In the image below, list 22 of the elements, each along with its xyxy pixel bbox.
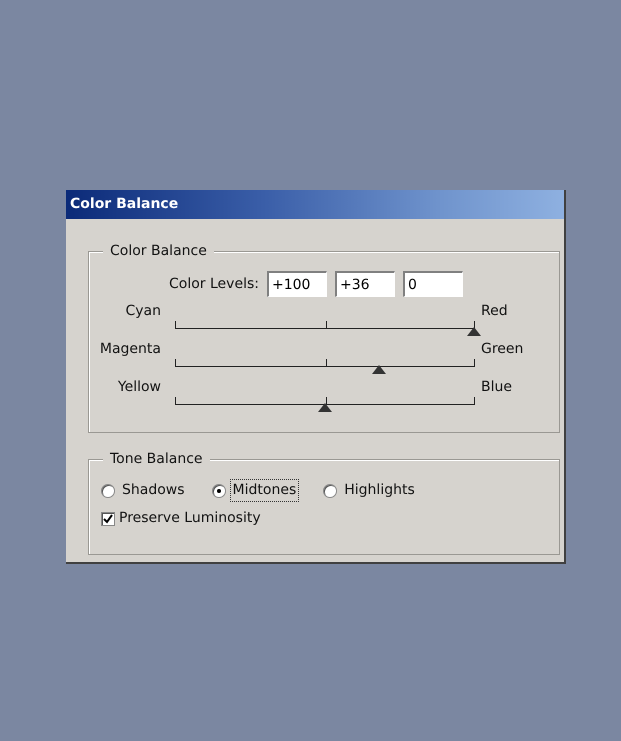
slider-label: Yellow bbox=[116, 378, 162, 397]
slider-thumb[interactable] bbox=[467, 327, 481, 336]
slider-thumb[interactable] bbox=[372, 365, 386, 374]
window-title: Color Balance bbox=[66, 190, 564, 219]
slider-label: Magenta bbox=[98, 340, 162, 359]
radio-button[interactable] bbox=[212, 484, 226, 498]
field-label: Color Levels: bbox=[169, 274, 259, 294]
slider-label: Green bbox=[480, 340, 524, 359]
slider-thumb[interactable] bbox=[318, 403, 332, 412]
radio-label[interactable]: Highlights bbox=[341, 479, 418, 502]
radio-label[interactable]: Midtones bbox=[230, 479, 300, 502]
input-field[interactable]: +36 bbox=[334, 271, 395, 297]
checkbox-label[interactable]: Preserve Luminosity bbox=[119, 508, 261, 529]
radio-button[interactable] bbox=[101, 484, 115, 498]
slider-label: Blue bbox=[480, 378, 512, 397]
input-field[interactable]: 0 bbox=[402, 271, 463, 297]
radio-button[interactable] bbox=[323, 484, 338, 498]
checkbox[interactable] bbox=[101, 512, 115, 526]
slider-label: Red bbox=[480, 302, 508, 321]
input-field[interactable]: +100 bbox=[266, 271, 327, 297]
radio-label[interactable]: Shadows bbox=[119, 479, 188, 502]
slider-label: Cyan bbox=[124, 302, 162, 321]
